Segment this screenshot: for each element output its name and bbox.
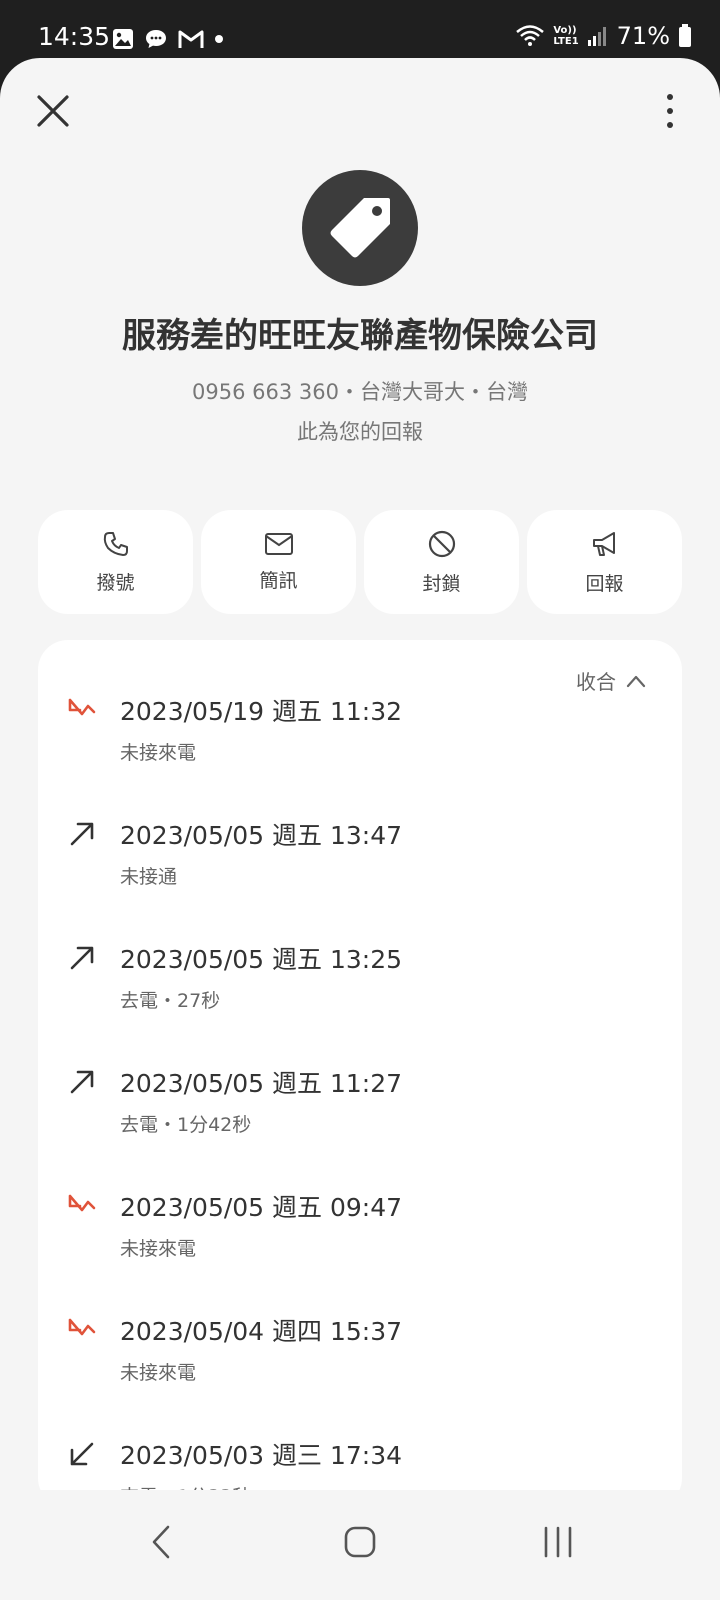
volte-label: Vo)) bbox=[553, 25, 577, 36]
battery-icon bbox=[679, 24, 691, 47]
message-icon bbox=[264, 532, 293, 555]
call-button-label: 撥號 bbox=[96, 571, 135, 594]
report-button[interactable]: 回報 bbox=[527, 510, 682, 614]
navigation-bar bbox=[0, 1490, 720, 1600]
message-button-label: 簡訊 bbox=[259, 569, 298, 592]
avatar bbox=[302, 170, 418, 286]
missed-call-icon bbox=[68, 1194, 96, 1212]
call-log-item[interactable]: 2023/05/04 週四 15:37 未接來電 bbox=[38, 1300, 682, 1410]
gallery-icon bbox=[113, 29, 133, 49]
call-log-item[interactable]: 2023/05/05 週五 09:47 未接來電 bbox=[38, 1176, 682, 1286]
call-detail: 未接來電 bbox=[120, 1238, 197, 1260]
notification-icons bbox=[112, 28, 224, 50]
contact-note: 此為您的回報 bbox=[297, 420, 423, 444]
action-bar: 撥號 簡訊 封鎖 回報 bbox=[38, 510, 682, 614]
home-icon bbox=[344, 1526, 376, 1558]
call-log-item[interactable]: 2023/05/05 週五 11:27 去電・1分42秒 bbox=[38, 1052, 682, 1162]
chat-icon bbox=[146, 30, 166, 48]
more-options-button[interactable] bbox=[658, 88, 682, 134]
status-time: 14:35 bbox=[38, 22, 111, 51]
tag-icon bbox=[330, 198, 390, 258]
wifi-icon bbox=[516, 25, 545, 46]
gmail-icon bbox=[178, 30, 204, 48]
block-button-label: 封鎖 bbox=[422, 572, 461, 595]
more-dot-icon bbox=[667, 122, 673, 128]
home-button[interactable] bbox=[330, 1512, 390, 1572]
lte-label: LTE1 bbox=[553, 36, 579, 47]
report-button-label: 回報 bbox=[585, 572, 624, 595]
contact-meta: 0956 663 360・台灣大哥大・台灣 bbox=[192, 380, 528, 404]
outgoing-call-icon bbox=[70, 946, 94, 970]
contact-name: 服務差的旺旺友聯產物保險公司 bbox=[122, 316, 598, 356]
missed-call-icon bbox=[68, 698, 96, 716]
call-detail: 去電・1分42秒 bbox=[120, 1114, 252, 1136]
missed-call-icon bbox=[68, 1318, 96, 1336]
call-date: 2023/05/05 週五 13:25 bbox=[120, 945, 403, 974]
message-button[interactable]: 簡訊 bbox=[201, 510, 356, 614]
block-button[interactable]: 封鎖 bbox=[364, 510, 519, 614]
more-dot-icon bbox=[667, 94, 673, 100]
phone-icon bbox=[103, 531, 128, 556]
back-button[interactable] bbox=[132, 1512, 192, 1572]
call-date: 2023/05/05 週五 11:27 bbox=[120, 1069, 403, 1098]
recent-apps-button[interactable] bbox=[528, 1512, 588, 1572]
dot-icon bbox=[215, 35, 223, 43]
more-dot-icon bbox=[667, 108, 673, 114]
battery-percent: 71% bbox=[616, 22, 670, 50]
call-detail: 未接來電 bbox=[120, 1362, 197, 1384]
recent-apps-icon bbox=[544, 1526, 572, 1558]
call-log-item[interactable]: 2023/05/05 週五 13:25 去電・27秒 bbox=[38, 928, 682, 1038]
call-detail: 去電・27秒 bbox=[120, 990, 221, 1012]
call-history-card: 收合 2023/05/19 週五 11:32 未接來電 2023/05/05 週… bbox=[38, 640, 682, 1508]
call-log-item[interactable]: 2023/05/05 週五 13:47 未接通 bbox=[38, 804, 682, 914]
call-button[interactable]: 撥號 bbox=[38, 510, 193, 614]
call-detail: 未接通 bbox=[120, 866, 178, 888]
outgoing-call-icon bbox=[70, 1070, 94, 1094]
volte-lte-icon: Vo)) LTE1 bbox=[553, 25, 578, 47]
report-icon bbox=[592, 531, 615, 556]
call-date: 2023/05/05 週五 13:47 bbox=[120, 821, 403, 850]
call-date: 2023/05/04 週四 15:37 bbox=[120, 1317, 403, 1346]
signal-icon bbox=[587, 27, 606, 46]
close-icon bbox=[37, 95, 69, 127]
call-date: 2023/05/05 週五 09:47 bbox=[120, 1193, 403, 1222]
system-icons: Vo)) LTE1 71% bbox=[515, 22, 692, 50]
call-date: 2023/05/19 週五 11:32 bbox=[120, 697, 403, 726]
back-icon bbox=[152, 1525, 170, 1559]
block-icon bbox=[428, 530, 455, 557]
call-detail: 未接來電 bbox=[120, 742, 197, 764]
call-date: 2023/05/03 週三 17:34 bbox=[120, 1441, 403, 1470]
call-log-item[interactable]: 2023/05/19 週五 11:32 未接來電 bbox=[38, 680, 682, 790]
close-button[interactable] bbox=[30, 88, 76, 134]
incoming-call-icon bbox=[70, 1442, 94, 1466]
contact-sheet: 服務差的旺旺友聯產物保險公司 0956 663 360・台灣大哥大・台灣 此為您… bbox=[0, 58, 720, 1600]
outgoing-call-icon bbox=[70, 822, 94, 846]
